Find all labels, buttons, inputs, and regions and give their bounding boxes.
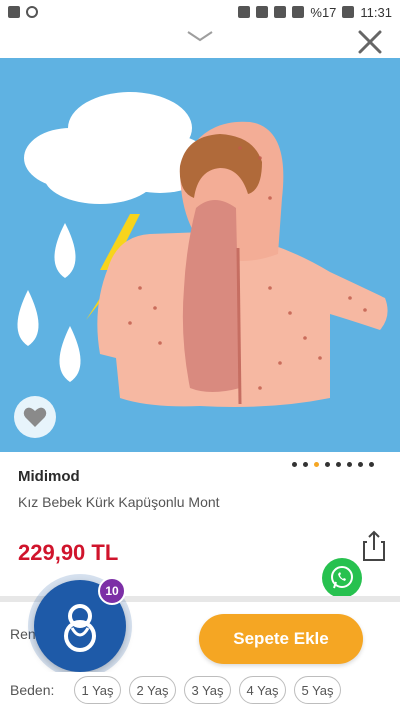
battery-text: %17 [310,4,337,20]
share-icon[interactable] [362,530,386,562]
wifi-icon [274,6,287,18]
assistant-logo-icon [64,604,96,652]
heart-icon [23,407,47,427]
gallery-icon [8,6,20,18]
size-selector: Beden: 1 Yaş 2 Yaş 3 Yaş 4 Yaş 5 Yaş [0,672,400,711]
size-option[interactable]: 2 Yaş [129,676,176,704]
gallery-dot[interactable] [369,462,374,467]
product-name: Kız Bebek Kürk Kapüşonlu Mont [18,494,220,510]
size-option[interactable]: 3 Yaş [184,676,231,704]
gallery-dot[interactable] [336,462,341,467]
gallery-dot[interactable] [347,462,352,467]
close-icon[interactable] [356,28,384,56]
size-option[interactable]: 1 Yaş [74,676,121,704]
status-left [8,6,38,18]
add-to-cart-button[interactable]: Sepete Ekle [199,614,363,664]
clock: 11:31 [360,4,392,20]
app-icon [26,6,38,18]
gallery-dot[interactable] [303,462,308,467]
favorite-button[interactable] [14,396,56,438]
gallery-dot[interactable] [292,462,297,467]
product-image-area [0,24,400,452]
color-label: Ren [10,626,36,642]
price: 229,90 TL [18,540,119,565]
size-label: Beden: [10,682,55,698]
top-controls [0,24,400,58]
product-photo[interactable] [0,58,400,452]
brand-name[interactable]: Midimod [18,468,80,485]
mute-icon [238,6,251,18]
battery-icon [342,6,355,18]
status-bar: %17 11:31 [0,0,400,24]
notification-badge: 10 [98,577,126,605]
chevron-down-icon[interactable] [186,30,214,42]
gallery-dot[interactable] [358,462,363,467]
raindrops-illustration [17,223,81,382]
size-option[interactable]: 4 Yaş [239,676,286,704]
gallery-dot-active[interactable] [314,462,319,467]
status-right: %17 11:31 [238,5,392,20]
signal-icon [292,6,305,18]
volte-icon [256,6,269,18]
whatsapp-button[interactable] [322,558,362,598]
product-info: Midimod Kız Bebek Kürk Kapüşonlu Mont 22… [0,452,400,600]
gallery-dot[interactable] [325,462,330,467]
size-options: 1 Yaş 2 Yaş 3 Yaş 4 Yaş 5 Yaş [74,676,341,704]
gallery-dots [292,462,374,467]
size-option[interactable]: 5 Yaş [294,676,341,704]
whatsapp-icon [331,566,353,589]
